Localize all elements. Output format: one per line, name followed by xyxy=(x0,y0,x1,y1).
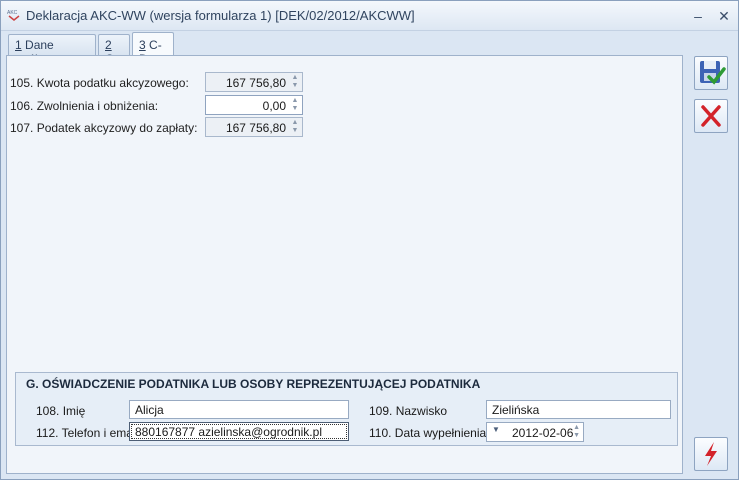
svg-text:AKC: AKC xyxy=(7,10,18,16)
section-g-title: G. OŚWIADCZENIE PODATNIKA LUB OSOBY REPR… xyxy=(26,377,481,391)
akc-app-icon: AKC xyxy=(7,10,20,21)
floppy-save-icon xyxy=(700,61,726,85)
nazwisko-label: 109. Nazwisko xyxy=(369,404,448,418)
window-title: Deklaracja AKC-WW (wersja formularza 1) … xyxy=(26,8,415,23)
field-106-value: 0,00 xyxy=(262,99,286,113)
imie-input[interactable]: Alicja xyxy=(129,400,349,419)
field-105-label: 105. Kwota podatku akcyzowego: xyxy=(10,76,189,90)
tab-dane-ogolne[interactable]: 1 Dane ogólne xyxy=(8,34,96,66)
imie-label: 108. Imię xyxy=(36,404,86,418)
tab-3-number: 3 xyxy=(139,38,146,52)
field-106-input[interactable]: 0,00 ▲ ▼ xyxy=(205,95,303,115)
cancel-button[interactable] xyxy=(694,99,728,133)
action-button[interactable] xyxy=(694,437,728,471)
tab-1-number: 1 xyxy=(15,38,22,52)
nazwisko-input[interactable]: Zielińska xyxy=(486,400,671,419)
dropdown-arrow-icon[interactable]: ▼ xyxy=(492,425,500,434)
date-picker[interactable]: ▼ 2012-02-06 ▲ ▼ xyxy=(486,422,584,442)
section-g-group: G. OŚWIADCZENIE PODATNIKA LUB OSOBY REPR… xyxy=(15,372,678,446)
tab-c-d[interactable]: 3 C-D xyxy=(132,32,174,66)
field-107-input[interactable]: 167 756,80 ▲ ▼ xyxy=(205,117,303,137)
tab-c[interactable]: 2 C xyxy=(98,34,130,66)
minimize-button[interactable]: – xyxy=(689,7,707,25)
spin-arrows-icon[interactable]: ▲ ▼ xyxy=(573,424,580,440)
declaration-window: AKC Deklaracja AKC-WW (wersja formularza… xyxy=(0,0,739,480)
lightning-icon xyxy=(705,442,717,466)
field-107-value: 167 756,80 xyxy=(225,121,286,135)
spin-arrows-icon[interactable]: ▲ ▼ xyxy=(290,119,300,135)
telefon-label: 112. Telefon i email xyxy=(36,426,139,440)
tab-2-number: 2 xyxy=(105,38,112,52)
field-105-input[interactable]: 167 756,80 ▲ ▼ xyxy=(205,72,303,92)
red-x-icon xyxy=(701,105,721,127)
telefon-email-input[interactable]: 880167877 azielinska@ogrodnik.pl xyxy=(129,422,349,441)
field-107-label: 107. Podatek akcyzowy do zapłaty: xyxy=(10,121,198,135)
title-bar: AKC Deklaracja AKC-WW (wersja formularza… xyxy=(1,1,738,31)
tab-content-panel: 105. Kwota podatku akcyzowego: 167 756,8… xyxy=(6,55,683,474)
date-value: 2012-02-06 xyxy=(512,426,574,440)
spin-arrows-icon[interactable]: ▲ ▼ xyxy=(290,74,300,90)
data-label: 110. Data wypełnienia xyxy=(369,426,487,440)
close-window-button[interactable]: ✕ xyxy=(715,7,733,25)
field-105-value: 167 756,80 xyxy=(225,76,286,90)
save-button[interactable] xyxy=(694,56,728,90)
field-106-label: 106. Zwolnienia i obniżenia: xyxy=(10,99,159,113)
spin-arrows-icon[interactable]: ▲ ▼ xyxy=(290,97,300,113)
